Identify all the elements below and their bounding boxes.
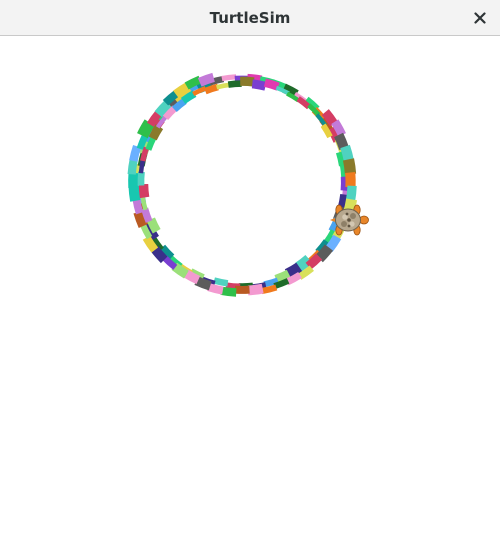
trail-segment	[200, 77, 214, 82]
trail-segment	[142, 123, 149, 136]
trail-segment	[265, 83, 278, 87]
trail-segment	[143, 196, 146, 209]
trail-segment	[208, 287, 223, 291]
trail-segment	[221, 291, 236, 293]
trail-segment	[248, 289, 263, 291]
trail-segment	[349, 159, 351, 174]
trail-segment	[205, 87, 218, 91]
trail-segment	[133, 146, 137, 161]
trail-segment	[351, 186, 353, 201]
trail-segment	[143, 148, 147, 161]
trail-segment	[342, 195, 345, 209]
trail-segment	[217, 85, 230, 88]
trail-segment	[151, 219, 157, 231]
trail-segment	[176, 87, 189, 95]
trail-segment	[141, 160, 143, 174]
turtle-icon	[330, 205, 369, 235]
trail-segment	[144, 184, 145, 197]
trail-segment	[153, 127, 160, 139]
trail-segment	[252, 84, 265, 86]
turtle-trail	[132, 77, 352, 293]
trail-segment	[222, 77, 236, 79]
trail-segment	[141, 172, 142, 186]
close-button[interactable]	[468, 6, 492, 30]
window-title: TurtleSim	[0, 0, 500, 36]
trail-segment	[339, 135, 345, 149]
trail-segment	[228, 84, 241, 85]
trail-segment	[196, 281, 210, 286]
trail-segment	[145, 209, 150, 222]
trail-segment	[134, 186, 136, 201]
trail-segment	[262, 287, 277, 291]
trail-segment	[345, 147, 349, 161]
trail-segment	[214, 281, 228, 284]
trail-segment	[136, 199, 139, 213]
trail-segment	[240, 81, 254, 82]
close-icon	[474, 12, 486, 24]
window-titlebar[interactable]: TurtleSim	[0, 0, 500, 36]
trail-segment	[132, 159, 134, 174]
turtlesim-canvas	[0, 37, 500, 537]
drawing-area	[0, 37, 500, 537]
